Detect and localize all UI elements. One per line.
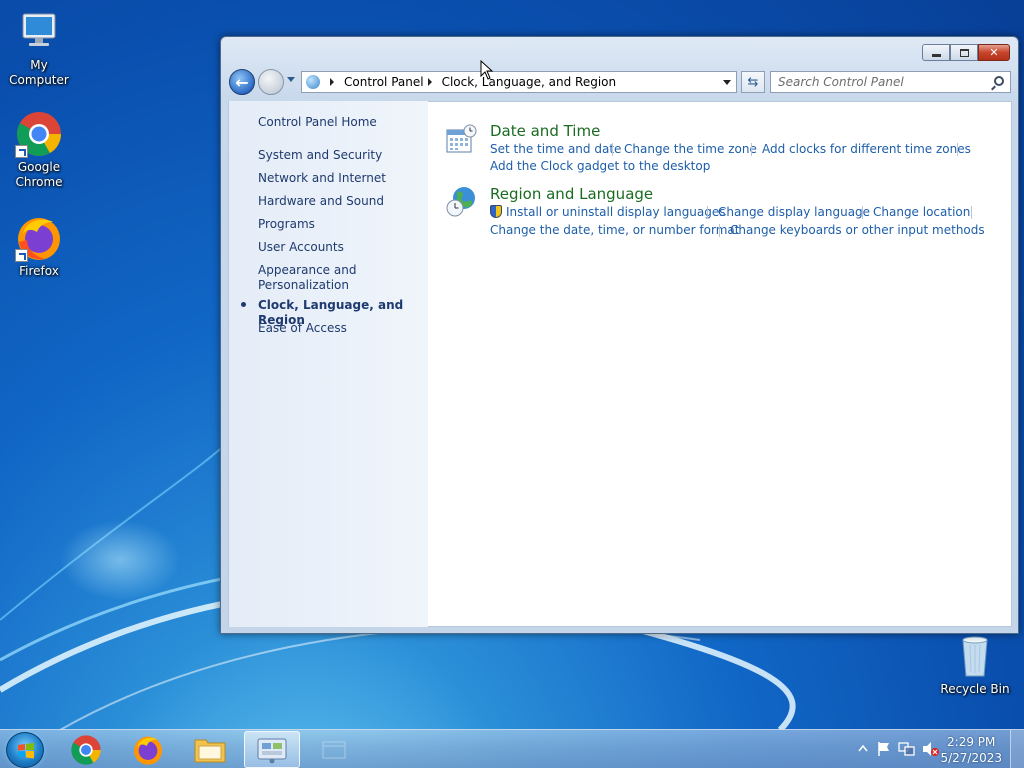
- breadcrumb-current[interactable]: Clock, Language, and Region: [442, 75, 617, 89]
- address-dropdown-icon[interactable]: [723, 80, 731, 85]
- sidebar-item-label: Appearance and: [258, 263, 357, 277]
- sidebar-item-control-panel-home[interactable]: Control Panel Home: [258, 115, 377, 130]
- folder-icon: [194, 739, 226, 762]
- computer-icon: [15, 8, 63, 56]
- taskbar-clock[interactable]: 2:29 PM 5/27/2023: [940, 734, 1002, 766]
- back-button[interactable]: ←: [229, 69, 255, 95]
- desktop-icon-label: Firefox: [19, 264, 59, 278]
- link-change-date-format[interactable]: Change the date, time, or number format: [490, 223, 739, 237]
- link-separator: [971, 206, 972, 219]
- category-title-region-language[interactable]: Region and Language: [490, 185, 653, 203]
- desktop-icon-label: My Computer: [9, 58, 69, 87]
- link-separator: [751, 143, 752, 156]
- clock-date: 5/27/2023: [940, 751, 1002, 765]
- sidebar-item-programs[interactable]: Programs: [258, 217, 315, 232]
- active-bullet-icon: [241, 302, 246, 307]
- link-change-keyboards[interactable]: Change keyboards or other input methods: [730, 223, 985, 237]
- date-time-icon[interactable]: [445, 124, 477, 156]
- clock-time: 2:29 PM: [947, 735, 996, 749]
- taskbar-ghost-button[interactable]: [306, 731, 362, 768]
- link-add-clocks[interactable]: Add clocks for different time zones: [762, 142, 971, 156]
- chrome-icon: [71, 734, 101, 765]
- search-input[interactable]: Search Control Panel: [770, 71, 1011, 93]
- shortcut-arrow-icon: [15, 249, 28, 262]
- minimize-icon: [931, 53, 941, 57]
- desktop-icon-my-computer[interactable]: My Computer: [0, 8, 78, 88]
- taskbar-firefox[interactable]: [120, 731, 176, 768]
- breadcrumb-control-panel[interactable]: Control Panel: [344, 75, 424, 89]
- close-icon: ✕: [989, 46, 999, 59]
- taskbar-control-panel[interactable]: [244, 731, 300, 768]
- uac-shield-icon: [490, 205, 502, 218]
- desktop-icon-label: Google Chrome: [15, 160, 63, 189]
- maximize-button[interactable]: [950, 44, 978, 61]
- forward-button[interactable]: [258, 69, 284, 95]
- shortcut-arrow-icon: [15, 145, 28, 158]
- link-separator: [707, 206, 708, 219]
- minimize-button[interactable]: [922, 44, 950, 61]
- start-button[interactable]: [6, 732, 44, 768]
- link-change-location[interactable]: Change location: [873, 205, 970, 219]
- refresh-button[interactable]: ⇆: [741, 71, 765, 93]
- close-button[interactable]: ✕: [978, 44, 1010, 61]
- link-set-time-date[interactable]: Set the time and date: [490, 142, 621, 156]
- taskbar-chrome[interactable]: [58, 731, 114, 768]
- breadcrumb-separator-icon[interactable]: [330, 78, 334, 86]
- link-separator: [612, 143, 613, 156]
- show-hidden-icons-icon[interactable]: [858, 744, 868, 752]
- taskbar-file-explorer[interactable]: [182, 731, 238, 768]
- recycle-bin-icon: [951, 632, 999, 680]
- link-label: Install or uninstall display languages: [506, 205, 726, 219]
- main-content: Date and Time Set the time and date Chan…: [428, 101, 1012, 627]
- mouse-cursor-icon: [480, 60, 494, 80]
- sidebar-item-user-accounts[interactable]: User Accounts: [258, 240, 344, 255]
- sidebar-item-ease-of-access[interactable]: Ease of Access: [258, 321, 347, 336]
- sidebar-item-label: Personalization: [258, 278, 349, 292]
- firefox-icon: [134, 736, 162, 765]
- control-panel-icon: [306, 75, 320, 89]
- firefox-icon: [15, 214, 63, 262]
- window-controls: ✕: [922, 44, 1010, 61]
- control-panel-window: ✕ ← Control Panel Clock, Language, and R…: [220, 36, 1019, 634]
- show-desktop-button[interactable]: [1010, 730, 1024, 768]
- window-icon: [322, 741, 346, 758]
- navigation-bar: ← Control Panel Clock, Language, and Reg…: [229, 69, 1011, 95]
- recent-pages-dropdown-icon[interactable]: [287, 77, 295, 82]
- desktop-icon-recycle-bin[interactable]: Recycle Bin: [936, 632, 1014, 697]
- back-arrow-icon: ←: [235, 72, 249, 92]
- sidebar-item-network-internet[interactable]: Network and Internet: [258, 171, 386, 186]
- link-install-display-languages[interactable]: Install or uninstall display languages: [490, 205, 726, 219]
- link-add-clock-gadget[interactable]: Add the Clock gadget to the desktop: [490, 159, 710, 173]
- sidebar-item-system-security[interactable]: System and Security: [258, 148, 382, 163]
- link-separator: [862, 206, 863, 219]
- taskbar: 2:29 PM 5/27/2023: [0, 729, 1024, 768]
- sidebar-item-appearance[interactable]: Appearance and Personalization: [258, 263, 356, 293]
- search-placeholder: Search Control Panel: [778, 75, 904, 89]
- search-icon[interactable]: [994, 76, 1004, 86]
- action-center-flag-icon[interactable]: [876, 741, 892, 757]
- desktop-icon-google-chrome[interactable]: Google Chrome: [0, 110, 78, 190]
- network-icon[interactable]: [898, 741, 916, 757]
- link-separator: [719, 224, 720, 237]
- link-separator: [957, 143, 958, 156]
- volume-muted-icon[interactable]: [922, 741, 940, 757]
- link-change-display-language[interactable]: Change display language: [718, 205, 870, 219]
- region-language-icon[interactable]: [445, 186, 477, 218]
- link-change-time-zone[interactable]: Change the time zone: [624, 142, 757, 156]
- windows-logo-icon: [18, 743, 34, 759]
- desktop-icon-label: Recycle Bin: [940, 682, 1010, 696]
- sidebar-item-hardware-sound[interactable]: Hardware and Sound: [258, 194, 384, 209]
- system-tray: 2:29 PM 5/27/2023: [834, 730, 1024, 768]
- maximize-icon: [959, 48, 969, 57]
- category-title-date-time[interactable]: Date and Time: [490, 122, 600, 140]
- desktop-icon-firefox[interactable]: Firefox: [0, 214, 78, 279]
- breadcrumb-separator-icon[interactable]: [427, 78, 432, 86]
- control-panel-icon: [257, 738, 287, 763]
- chrome-icon: [15, 110, 63, 158]
- sidebar: Control Panel Home System and Security N…: [228, 101, 428, 627]
- address-bar[interactable]: Control Panel Clock, Language, and Regio…: [301, 71, 737, 93]
- refresh-icon: ⇆: [747, 74, 759, 90]
